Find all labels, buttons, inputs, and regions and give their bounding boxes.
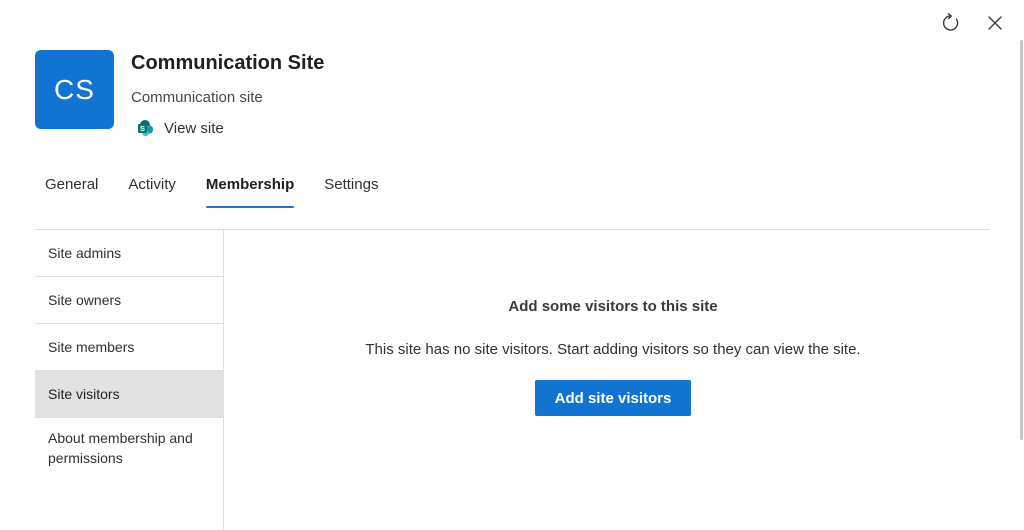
refresh-icon[interactable] xyxy=(940,12,962,34)
site-header-text: Communication Site Communication site S … xyxy=(131,50,324,138)
close-icon[interactable] xyxy=(984,12,1006,34)
panel-actions xyxy=(940,12,1006,34)
sidebar-item-site-members[interactable]: Site members xyxy=(35,324,223,371)
tab-bar: General Activity Membership Settings xyxy=(30,168,393,208)
empty-state-title: Add some visitors to this site xyxy=(508,298,718,315)
sidebar-item-site-visitors[interactable]: Site visitors xyxy=(35,371,223,418)
scrollbar[interactable] xyxy=(1020,40,1023,440)
tab-general[interactable]: General xyxy=(30,168,113,208)
sidebar-item-about-membership[interactable]: About membership and permissions xyxy=(35,418,223,488)
membership-sidebar: Site admins Site owners Site members Sit… xyxy=(35,230,224,530)
tab-activity[interactable]: Activity xyxy=(113,168,191,208)
page-title: Communication Site xyxy=(131,52,325,74)
empty-state-description: This site has no site visitors. Start ad… xyxy=(365,341,861,358)
site-details-panel: CS Communication Site Communication site… xyxy=(0,0,1024,530)
add-site-visitors-button[interactable]: Add site visitors xyxy=(535,380,691,416)
site-logo: CS xyxy=(35,50,114,129)
membership-content: Add some visitors to this site This site… xyxy=(224,230,1002,530)
view-site-label: View site xyxy=(164,119,224,137)
sidebar-item-site-owners[interactable]: Site owners xyxy=(35,277,223,324)
view-site-link[interactable]: S View site xyxy=(136,118,324,138)
svg-text:S: S xyxy=(140,124,145,133)
site-header: CS Communication Site Communication site… xyxy=(35,50,324,138)
tab-settings[interactable]: Settings xyxy=(309,168,393,208)
tab-membership[interactable]: Membership xyxy=(191,168,309,208)
sharepoint-icon: S xyxy=(136,118,156,138)
site-type: Communication site xyxy=(131,89,263,106)
sidebar-item-site-admins[interactable]: Site admins xyxy=(35,230,223,277)
